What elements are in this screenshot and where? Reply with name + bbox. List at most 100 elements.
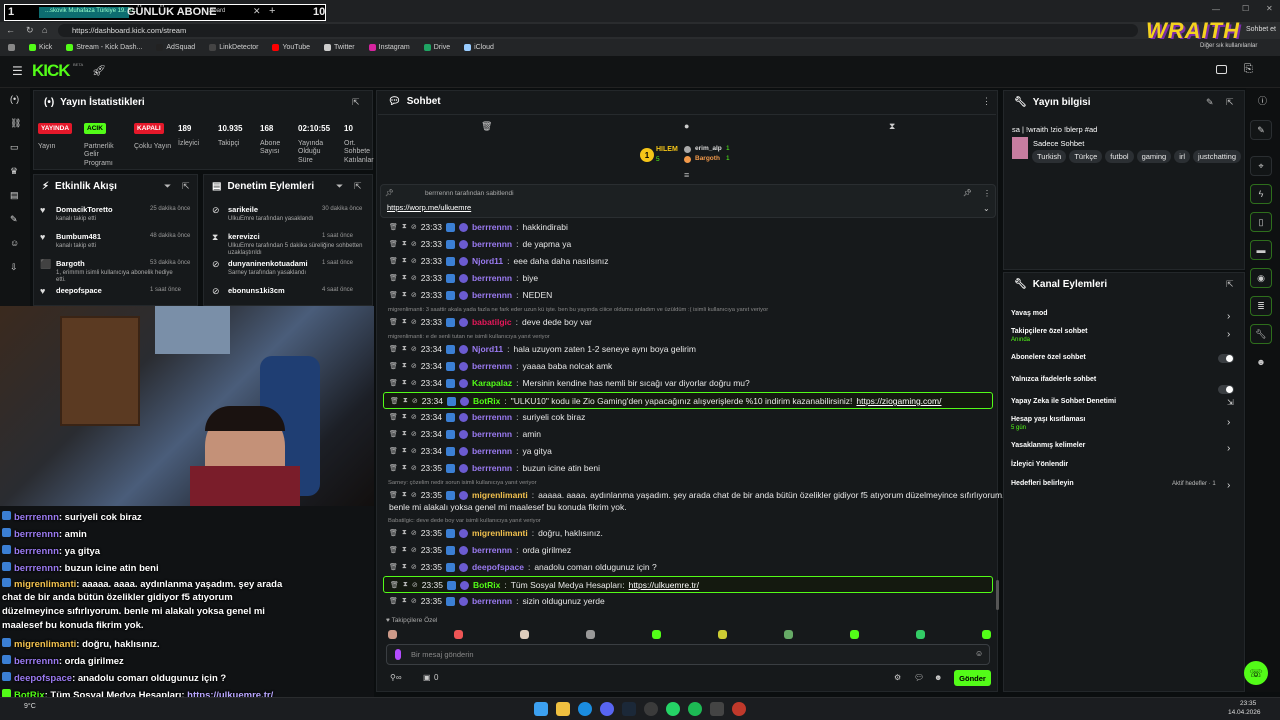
ban-icon[interactable]: ⊘ [412,581,418,589]
top-user-name[interactable]: Bargoth [695,155,720,162]
emoji-icon[interactable]: ☺ [975,649,983,658]
edge-icon[interactable] [578,702,592,716]
info-icon[interactable]: ⓘ [1258,94,1267,107]
ban-icon[interactable]: ⊘ [411,345,417,353]
toggle-switch[interactable] [1218,385,1234,394]
chat-bubbles-icon[interactable]: 💬︎ [914,673,924,682]
timeout-icon[interactable]: ⧗ [403,397,408,405]
message-username[interactable]: migrenlimanti [472,490,528,500]
nav-monitor-icon[interactable]: ▭ [10,142,19,153]
message-username[interactable]: Karapalaz [472,378,512,388]
ban-icon[interactable]: ⊘ [411,464,417,472]
moderated-user[interactable]: dunyaninenkotuadami [228,259,308,268]
windows-start-icon[interactable] [534,702,548,716]
delete-icon[interactable]: 🗑︎ [389,413,398,421]
message-username[interactable]: berrrennn [472,273,512,283]
message-username[interactable]: Njord11 [472,344,503,354]
popout-icon[interactable]: ⇱ [354,181,362,192]
chat-more-icon[interactable]: ⋮ [982,96,991,107]
new-tab-icon[interactable]: + [269,5,275,17]
bookmark-stream[interactable]: Stream - Kick Dash... [66,44,142,51]
channel-action-label[interactable]: Hedefleri belirleyin [1011,480,1074,487]
collapse-icon[interactable]: ≡ [684,170,689,180]
timeout-icon[interactable]: ⧗ [402,223,407,231]
tag[interactable]: irl [1174,150,1191,163]
ban-icon[interactable]: ⊘ [411,491,417,499]
ban-icon[interactable]: ⊘ [411,563,417,571]
nav-users-icon[interactable]: ☺ [10,238,19,248]
nav-download-icon[interactable]: ⇩ [10,262,18,273]
bolt-tool-icon[interactable]: ϟ [1250,184,1272,204]
nav-link-icon[interactable]: ⛓ [10,118,21,129]
delete-icon[interactable]: 🗑︎ [389,529,398,537]
url-field[interactable]: https://dashboard.kick.com/stream [58,24,1138,37]
emote-icon[interactable] [850,630,859,639]
hourglass-icon[interactable]: ⧗ [889,121,895,132]
delete-icon[interactable]: 🗑︎ [389,291,398,299]
bookmark-kick[interactable]: Kick [29,44,52,51]
activity-user[interactable]: Bumbum481 [56,232,101,241]
timeout-icon[interactable]: ⧗ [402,529,407,537]
ban-icon[interactable]: ⊘ [412,397,418,405]
home-icon[interactable]: ⌂ [42,25,47,35]
chat-input[interactable]: Bir mesaj gönderin ☺ [386,644,990,665]
wrench-tool-icon[interactable]: 🔧︎ [1250,324,1272,344]
tag[interactable]: Türkçe [1069,150,1103,163]
message-icon[interactable]: ▬ [1250,240,1272,260]
message-link[interactable]: https://ulkuemre.tr/ [629,580,699,590]
chat-icon[interactable]: ● [684,121,689,131]
steam-icon[interactable] [622,702,636,716]
delete-icon[interactable]: 🗑︎ [389,274,398,282]
bookmark-linkdetector[interactable]: LinkDetector [209,44,258,51]
delete-icon[interactable]: 🗑︎ [390,397,399,405]
filter-icon[interactable]: ⏷ [336,181,343,192]
delete-icon[interactable]: 🗑︎ [389,379,398,387]
clipboard-icon[interactable]: ⎘ [1244,63,1253,76]
ban-icon[interactable]: ⊘ [411,362,417,370]
message-username[interactable]: babatilgic [472,317,512,327]
file-explorer-icon[interactable] [556,702,570,716]
tag[interactable]: futbol [1105,150,1134,163]
timeout-icon[interactable]: ⧗ [402,379,407,387]
bookmark-instagram[interactable]: Instagram [368,44,410,51]
timeout-icon[interactable]: ⧗ [402,413,407,421]
delete-icon[interactable]: 🗑︎ [389,223,398,231]
layout-icon[interactable] [1216,65,1227,74]
broadcast-icon[interactable]: ◉ [1250,268,1272,288]
pinned-link[interactable]: https://worp.me/ulkuemre [387,203,471,212]
bookmark-apps-icon[interactable] [8,44,15,51]
emote-icon[interactable] [718,630,727,639]
unpin-icon[interactable]: 📌︎ [963,189,972,197]
app-icon[interactable] [710,702,724,716]
channel-action-label[interactable]: Yavaş mod [1011,310,1048,317]
tag[interactable]: justchatting [1193,150,1241,163]
moderated-user[interactable]: kerevizci [228,232,260,241]
timeout-icon[interactable]: ⧗ [402,447,407,455]
list-tool-icon[interactable]: ≣ [1250,296,1272,316]
channel-action-label[interactable]: Yalnızca ifadelerle sohbet [1011,376,1096,383]
ban-icon[interactable]: ⊘ [411,597,417,605]
message-username[interactable]: berrrennn [472,446,512,456]
whatsapp-icon[interactable] [666,702,680,716]
timeout-icon[interactable]: ⧗ [402,464,407,472]
chevron-right-icon[interactable]: › [1227,417,1230,428]
message-username[interactable]: berrrennn [472,463,512,473]
message-username[interactable]: berrrennn [472,596,512,606]
channel-action-label[interactable]: İzleyici Yönlendir [1011,461,1068,468]
ban-icon[interactable]: ⊘ [411,379,417,387]
activity-user[interactable]: deepofspace [56,286,102,295]
minimize-icon[interactable]: — [1212,5,1220,14]
bookmark-adsquad[interactable]: AdSquad [156,44,195,51]
timeout-icon[interactable]: ⧗ [402,318,407,326]
other-bookmarks[interactable]: Diğer sık kullanılanlar [1200,43,1257,49]
timeout-icon[interactable]: ⧗ [402,546,407,554]
chevron-right-icon[interactable]: › [1227,443,1230,454]
users-link-icon[interactable]: ⚲∞ [390,673,402,682]
delete-icon[interactable]: 🗑︎ [389,257,398,265]
delete-icon[interactable]: 🗑︎ [389,430,398,438]
people-icon[interactable]: ☻ [934,673,942,682]
chevron-right-icon[interactable]: › [1227,329,1230,340]
pencil-icon[interactable]: ✎ [1250,120,1272,140]
kick-logo[interactable]: KICK [32,61,71,81]
nav-wrench-icon[interactable]: ✎ [10,214,18,225]
